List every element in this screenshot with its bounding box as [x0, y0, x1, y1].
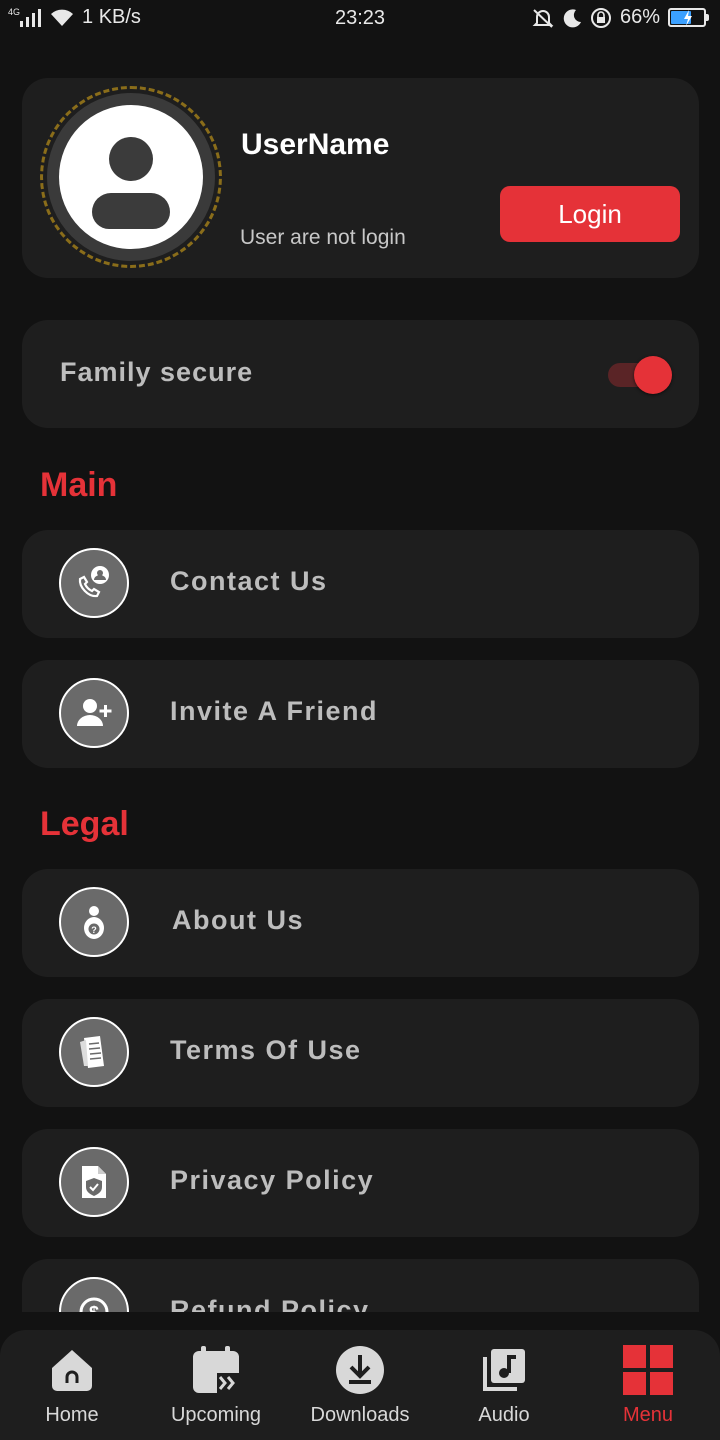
shield-document-icon: [59, 1147, 129, 1217]
about-person-icon: ?: [59, 887, 129, 957]
svg-text:$: $: [89, 1303, 99, 1312]
avatar[interactable]: [40, 86, 222, 268]
menu-item-about-us[interactable]: ? About Us: [22, 869, 699, 977]
nav-upcoming[interactable]: Upcoming: [144, 1330, 288, 1440]
moon-icon: [562, 8, 582, 28]
download-icon: [334, 1344, 386, 1396]
status-bar: 4G 1 KB/s 23:23 66%: [0, 0, 720, 38]
menu-item-terms-of-use[interactable]: Terms Of Use: [22, 999, 699, 1107]
grid-menu-icon: [622, 1344, 674, 1396]
home-icon: [46, 1344, 98, 1396]
nav-label: Home: [45, 1404, 99, 1426]
menu-label: About Us: [172, 905, 304, 935]
menu-scroll-area[interactable]: UserName User are not login Login Family…: [0, 38, 720, 1312]
login-status: User are not login: [240, 226, 406, 249]
rotation-lock-icon: [590, 7, 612, 29]
nav-home[interactable]: Home: [0, 1330, 144, 1440]
battery-percent: 66%: [619, 6, 660, 28]
username: UserName: [241, 128, 390, 161]
family-secure-card: Family secure: [22, 320, 699, 428]
document-icon: [59, 1017, 129, 1087]
nav-downloads[interactable]: Downloads: [288, 1330, 432, 1440]
profile-card: UserName User are not login Login: [22, 78, 699, 278]
nav-menu[interactable]: Menu: [576, 1330, 720, 1440]
calendar-forward-icon: [190, 1344, 242, 1396]
nav-label: Upcoming: [170, 1404, 262, 1426]
nav-label: Downloads: [310, 1404, 410, 1426]
menu-item-privacy-policy[interactable]: Privacy Policy: [22, 1129, 699, 1237]
menu-label: Contact Us: [170, 566, 328, 596]
alarm-off-icon: [532, 7, 554, 29]
menu-label: Terms Of Use: [170, 1035, 362, 1065]
menu-label: Invite A Friend: [170, 696, 379, 726]
svg-text:?: ?: [91, 925, 97, 935]
refund-dollar-icon: $: [59, 1277, 129, 1312]
music-library-icon: [478, 1344, 530, 1396]
nav-label: Menu: [622, 1404, 674, 1426]
nav-audio[interactable]: Audio: [432, 1330, 576, 1440]
family-secure-toggle[interactable]: [608, 356, 674, 394]
menu-item-invite-a-friend[interactable]: Invite A Friend: [22, 660, 699, 768]
contact-support-icon: [59, 548, 129, 618]
add-user-icon: [59, 678, 129, 748]
section-title-legal: Legal: [40, 805, 129, 843]
menu-item-refund-policy[interactable]: $ Refund Policy: [22, 1259, 699, 1312]
user-placeholder-icon: [59, 105, 203, 249]
bottom-navigation: Home Upcoming Downloads Audio Menu: [0, 1330, 720, 1440]
menu-item-contact-us[interactable]: Contact Us: [22, 530, 699, 638]
section-title-main: Main: [40, 466, 118, 504]
menu-label: Refund Policy: [170, 1295, 370, 1312]
family-secure-label: Family secure: [60, 357, 254, 387]
login-button[interactable]: Login: [500, 186, 680, 242]
menu-label: Privacy Policy: [170, 1165, 375, 1195]
nav-label: Audio: [478, 1404, 530, 1426]
battery-icon: [668, 8, 709, 27]
